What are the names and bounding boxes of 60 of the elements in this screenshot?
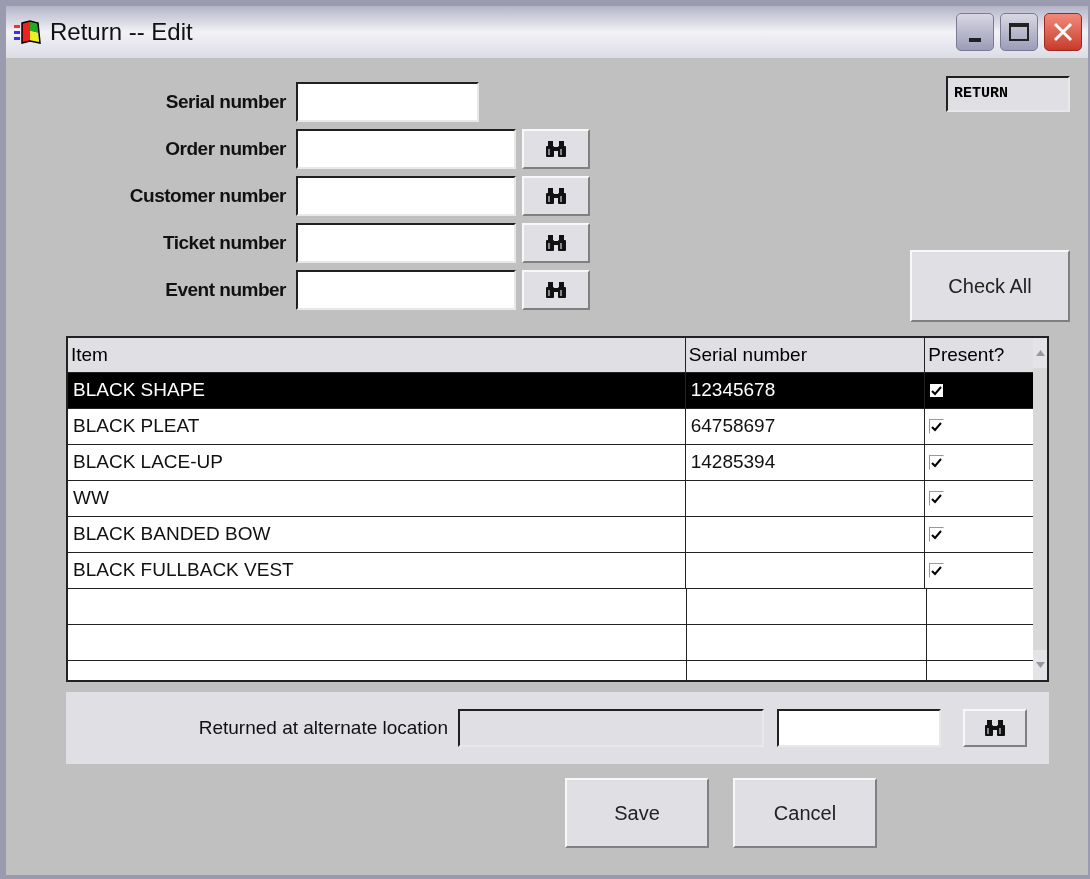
lookup-button[interactable] bbox=[522, 223, 590, 263]
field-label: Event number bbox=[164, 277, 287, 302]
check-all-button[interactable]: Check All bbox=[910, 250, 1070, 322]
checkmark-icon bbox=[931, 421, 943, 432]
window-title: Return -- Edit bbox=[50, 17, 193, 47]
lookup-button[interactable] bbox=[963, 709, 1027, 747]
checkmark-icon bbox=[931, 457, 943, 468]
binoculars-icon bbox=[984, 719, 1006, 737]
maximize-button[interactable] bbox=[1000, 13, 1038, 51]
table-row[interactable]: BLACK FULLBACK VEST bbox=[68, 553, 1033, 589]
binoculars-icon bbox=[545, 187, 567, 205]
field-label: Returned at alternate location bbox=[197, 715, 449, 740]
minimize-button[interactable] bbox=[956, 13, 994, 51]
table-cell: WW bbox=[68, 481, 686, 516]
checkbox[interactable] bbox=[929, 383, 945, 398]
input-field[interactable] bbox=[296, 82, 479, 122]
lookup-button[interactable] bbox=[522, 129, 590, 169]
field-label: Serial number bbox=[164, 89, 287, 114]
dialog-button[interactable]: Save bbox=[565, 778, 709, 848]
binoculars-icon bbox=[545, 281, 567, 299]
table-row[interactable]: WW bbox=[68, 481, 1033, 517]
table-row[interactable]: BLACK SHAPE 12345678 bbox=[68, 373, 1033, 409]
table-cell: BLACK PLEAT bbox=[68, 409, 686, 444]
table-cell: 64758697 bbox=[685, 409, 926, 444]
lookup-button[interactable] bbox=[522, 270, 590, 310]
field-label: Order number bbox=[164, 136, 287, 161]
minimize-icon bbox=[969, 38, 981, 42]
up-arrow-icon bbox=[1035, 350, 1045, 356]
input-field[interactable] bbox=[296, 176, 516, 216]
input-field[interactable] bbox=[296, 270, 516, 310]
table-row[interactable]: BLACK PLEAT 64758697 bbox=[68, 409, 1033, 445]
close-button[interactable] bbox=[1044, 13, 1082, 51]
column-header[interactable]: Item bbox=[68, 338, 686, 372]
binoculars-icon bbox=[545, 234, 567, 252]
location-code-field[interactable] bbox=[777, 709, 941, 747]
close-icon bbox=[1052, 21, 1074, 43]
table-row[interactable]: BLACK BANDED BOW bbox=[68, 517, 1033, 553]
input-field[interactable] bbox=[296, 223, 516, 263]
dialog-button[interactable]: Cancel bbox=[733, 778, 877, 848]
field-label: Customer number bbox=[128, 183, 287, 208]
column-header[interactable]: Present? bbox=[925, 338, 1033, 372]
checkmark-icon bbox=[931, 565, 943, 576]
app-icon bbox=[12, 19, 44, 45]
table-cell: BLACK SHAPE bbox=[68, 373, 686, 408]
maximize-icon bbox=[1009, 23, 1029, 41]
checkmark-icon bbox=[931, 493, 943, 504]
table-cell: BLACK LACE-UP bbox=[68, 445, 686, 480]
table-cell: 14285394 bbox=[685, 445, 926, 480]
table-row[interactable]: BLACK LACE-UP 14285394 bbox=[68, 445, 1033, 481]
binoculars-icon bbox=[545, 140, 567, 158]
lookup-button[interactable] bbox=[522, 176, 590, 216]
mode-indicator: RETURN bbox=[946, 76, 1070, 112]
down-arrow-icon bbox=[1035, 662, 1045, 668]
column-header[interactable]: Serial number bbox=[685, 338, 926, 372]
field-label: Ticket number bbox=[161, 230, 287, 255]
checkmark-icon bbox=[931, 385, 943, 396]
checkmark-icon bbox=[931, 529, 943, 540]
table-cell: BLACK FULLBACK VEST bbox=[68, 553, 686, 588]
table-cell: BLACK BANDED BOW bbox=[68, 517, 686, 552]
input-field[interactable] bbox=[296, 129, 516, 169]
